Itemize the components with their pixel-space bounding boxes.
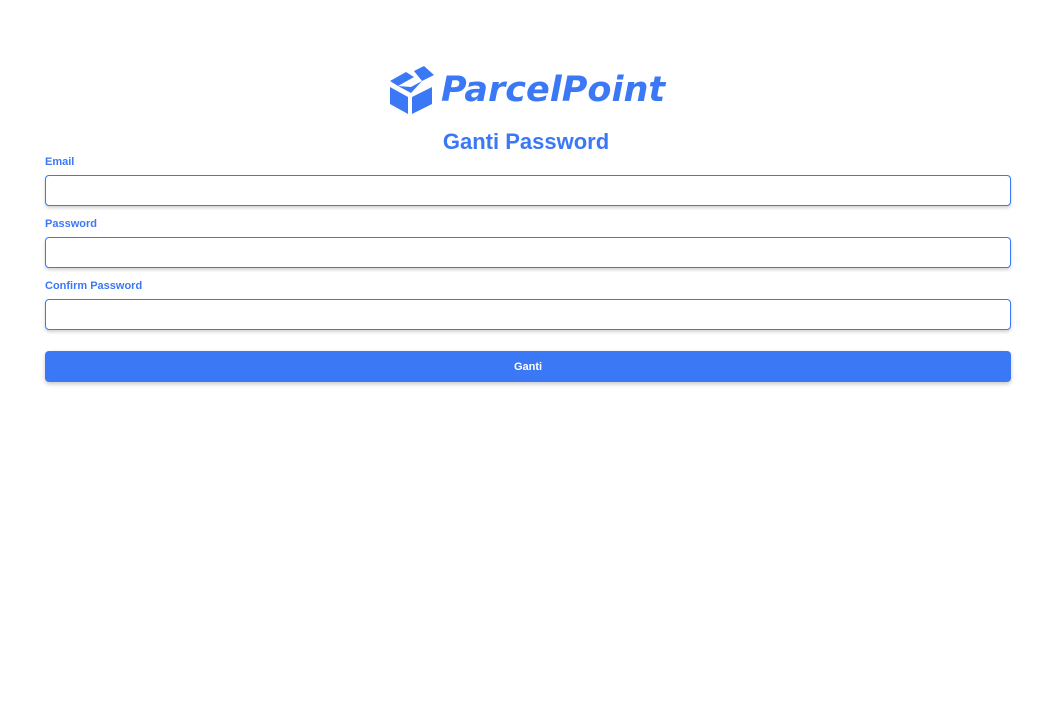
password-field[interactable] [45,237,1011,268]
brand-name: ParcelPoint [441,70,666,110]
ganti-button[interactable]: Ganti [45,351,1011,382]
email-field[interactable] [45,175,1011,206]
confirm-password-label: Confirm Password [45,280,143,292]
email-label: Email [45,156,75,168]
brand-logo: ParcelPoint [387,66,665,114]
package-box-icon [390,66,434,114]
page-title: Ganti Password [442,129,610,154]
password-label: Password [45,218,97,230]
confirm-password-field[interactable] [45,299,1011,330]
